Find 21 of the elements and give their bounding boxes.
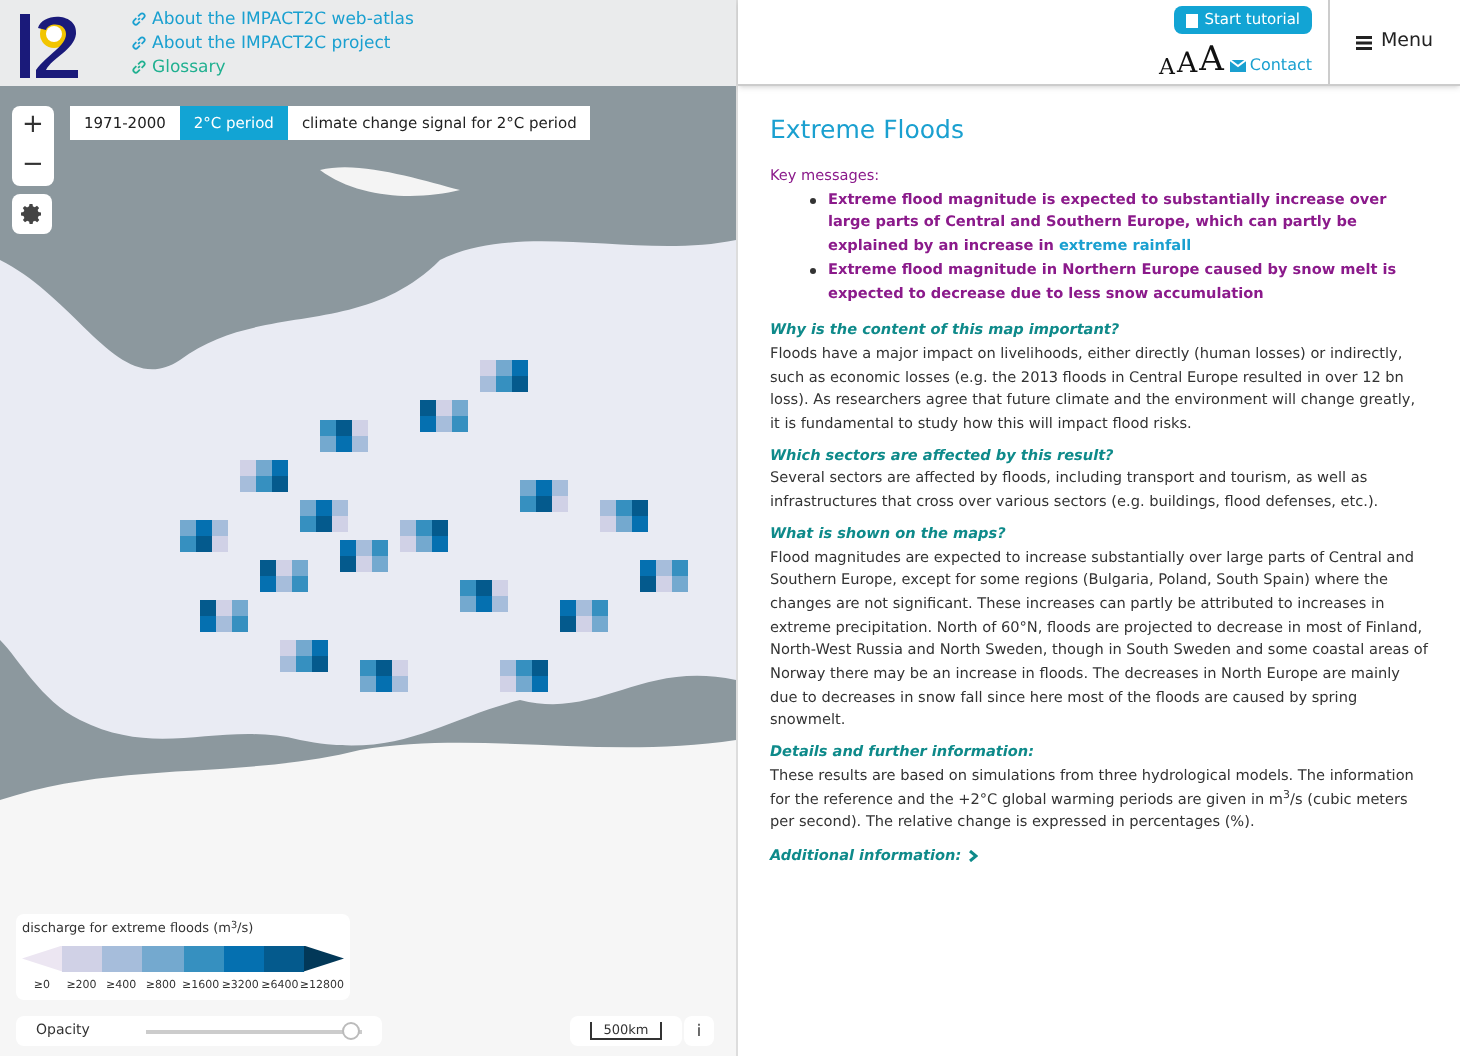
font-size-button[interactable]: A bbox=[1176, 50, 1198, 78]
menu-icon bbox=[1356, 35, 1373, 49]
chevron-icon bbox=[967, 849, 978, 862]
settings-icon bbox=[20, 202, 44, 226]
menu-button[interactable]: Menu bbox=[1328, 0, 1460, 84]
info-button[interactable]: i bbox=[684, 1016, 714, 1046]
font-size-button[interactable]: A bbox=[1199, 44, 1224, 78]
bullet-icon bbox=[810, 197, 816, 204]
slider-thumb[interactable] bbox=[341, 1021, 360, 1039]
logo-icon bbox=[16, 9, 84, 77]
zoom-out-button[interactable]: − bbox=[12, 146, 54, 186]
envelope-icon bbox=[1229, 60, 1246, 72]
document-icon bbox=[1186, 13, 1199, 27]
article-title: Extreme Floods bbox=[770, 114, 966, 146]
link-icon bbox=[132, 60, 146, 74]
font-size-button[interactable]: A bbox=[1159, 56, 1175, 78]
link-icon bbox=[132, 36, 146, 50]
settings-button[interactable] bbox=[12, 194, 52, 234]
bullet-icon bbox=[810, 267, 816, 274]
link-icon bbox=[132, 12, 146, 26]
zoom-in-button[interactable]: + bbox=[12, 106, 54, 146]
